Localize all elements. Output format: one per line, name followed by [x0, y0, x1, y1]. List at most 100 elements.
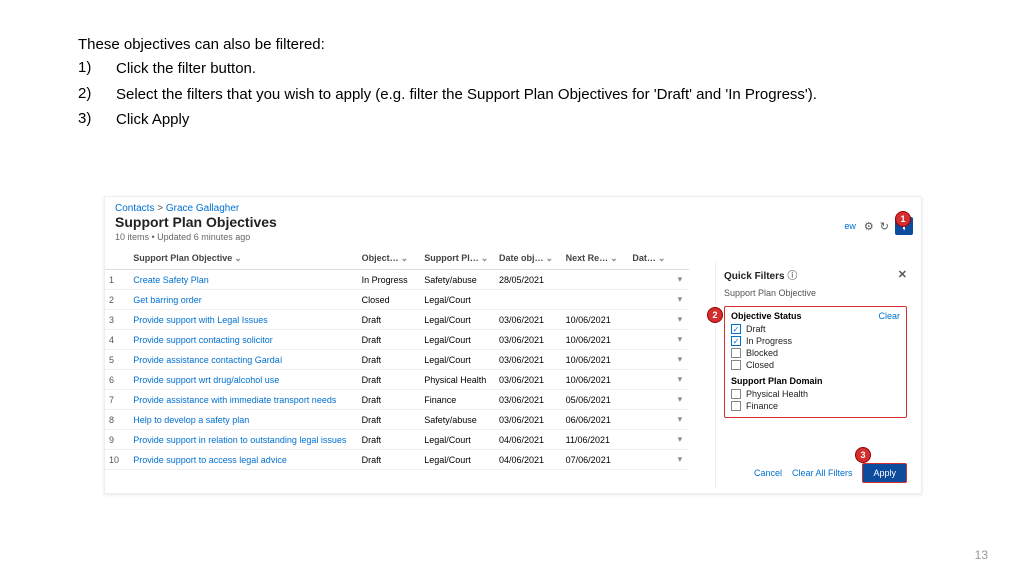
status-heading: Objective Status: [731, 311, 802, 321]
info-icon[interactable]: ⓘ: [787, 271, 797, 282]
date-cell: 04/06/2021: [495, 430, 562, 450]
row-menu-icon[interactable]: ▾: [671, 330, 689, 350]
checkbox-icon: [731, 401, 741, 411]
option-label: Finance: [746, 401, 778, 411]
checkbox-icon: ✓: [731, 324, 741, 334]
objective-link[interactable]: Provide assistance contacting Gardaí: [129, 350, 357, 370]
step-text: Click Apply: [116, 110, 817, 130]
row-menu-icon[interactable]: ▾: [671, 310, 689, 330]
next-cell: [562, 270, 629, 290]
status-option[interactable]: Closed: [731, 360, 900, 370]
filters-title: Quick Filters: [724, 271, 785, 282]
col-objective[interactable]: Support Plan Objective⌄: [129, 248, 357, 270]
date-cell: [495, 290, 562, 310]
status-cell: Draft: [358, 450, 421, 470]
callout-3: 3: [855, 447, 871, 463]
intro-text: These objectives can also be filtered:: [78, 36, 817, 53]
refresh-icon[interactable]: ↻: [880, 220, 889, 233]
next-cell: 07/06/2021: [562, 450, 629, 470]
gear-icon[interactable]: ⚙: [864, 220, 874, 233]
row-number: 3: [105, 310, 129, 330]
objective-link[interactable]: Provide support in relation to outstandi…: [129, 430, 357, 450]
step-number: 1): [78, 59, 116, 79]
domain-cell: Safety/abuse: [420, 410, 495, 430]
domain-cell: Legal/Court: [420, 350, 495, 370]
breadcrumb-leaf[interactable]: Grace Gallagher: [166, 203, 239, 214]
chevron-down-icon: ⌄: [546, 253, 554, 263]
row-menu-icon[interactable]: ▾: [671, 410, 689, 430]
dat-cell: [628, 270, 670, 290]
date-cell: 04/06/2021: [495, 450, 562, 470]
row-menu-icon[interactable]: ▾: [671, 370, 689, 390]
checkbox-icon: [731, 360, 741, 370]
table-row: 1Create Safety PlanIn ProgressSafety/abu…: [105, 270, 689, 290]
status-cell: Draft: [358, 330, 421, 350]
checkbox-icon: ✓: [731, 336, 741, 346]
row-number: 1: [105, 270, 129, 290]
objective-link[interactable]: Provide support wrt drug/alcohol use: [129, 370, 357, 390]
row-menu-icon[interactable]: ▾: [671, 350, 689, 370]
chevron-down-icon: ⌄: [401, 253, 409, 263]
domain-cell: Legal/Court: [420, 310, 495, 330]
status-cell: Draft: [358, 310, 421, 330]
row-menu-icon[interactable]: ▾: [671, 270, 689, 290]
domain-option[interactable]: Physical Health: [731, 389, 900, 399]
option-label: Physical Health: [746, 389, 808, 399]
domain-option[interactable]: Finance: [731, 401, 900, 411]
close-icon[interactable]: ✕: [898, 268, 907, 281]
apply-button[interactable]: Apply: [862, 463, 907, 483]
col-dat[interactable]: Dat…⌄: [628, 248, 670, 270]
col-date[interactable]: Date obj…⌄: [495, 248, 562, 270]
status-cell: Draft: [358, 350, 421, 370]
next-cell: 06/06/2021: [562, 410, 629, 430]
objective-link[interactable]: Get barring order: [129, 290, 357, 310]
step-text: Click the filter button.: [116, 59, 817, 79]
table-header-row: Support Plan Objective⌄ Object…⌄ Support…: [105, 248, 689, 270]
row-number: 9: [105, 430, 129, 450]
row-number: 8: [105, 410, 129, 430]
checkbox-icon: [731, 348, 741, 358]
col-domain[interactable]: Support Pl…⌄: [420, 248, 495, 270]
table-row: 4Provide support contacting solicitorDra…: [105, 330, 689, 350]
table-row: 10Provide support to access legal advice…: [105, 450, 689, 470]
breadcrumb-root[interactable]: Contacts: [115, 203, 154, 214]
page-title: Support Plan Objectives: [105, 214, 921, 230]
step-text: Select the filters that you wish to appl…: [116, 85, 817, 105]
status-option[interactable]: ✓In Progress: [731, 336, 900, 346]
row-menu-icon[interactable]: ▾: [671, 430, 689, 450]
col-next[interactable]: Next Re…⌄: [562, 248, 629, 270]
chevron-down-icon: ⌄: [481, 253, 489, 263]
objective-link[interactable]: Provide support to access legal advice: [129, 450, 357, 470]
objective-link[interactable]: Provide support with Legal Issues: [129, 310, 357, 330]
row-number: 7: [105, 390, 129, 410]
status-option[interactable]: ✓Draft: [731, 324, 900, 334]
app-screenshot: Contacts > Grace Gallagher Support Plan …: [104, 196, 922, 494]
domain-cell: Finance: [420, 390, 495, 410]
breadcrumb[interactable]: Contacts > Grace Gallagher: [105, 197, 921, 214]
table-row: 6Provide support wrt drug/alcohol useDra…: [105, 370, 689, 390]
objective-link[interactable]: Help to develop a safety plan: [129, 410, 357, 430]
row-menu-icon[interactable]: ▾: [671, 290, 689, 310]
option-label: Closed: [746, 360, 774, 370]
next-cell: 05/06/2021: [562, 390, 629, 410]
col-status[interactable]: Object…⌄: [358, 248, 421, 270]
row-menu-icon[interactable]: ▾: [671, 390, 689, 410]
status-cell: In Progress: [358, 270, 421, 290]
objective-link[interactable]: Provide support contacting solicitor: [129, 330, 357, 350]
new-label-fragment: ew: [844, 221, 856, 231]
status-option[interactable]: Blocked: [731, 348, 900, 358]
status-cell: Draft: [358, 390, 421, 410]
objective-link[interactable]: Provide assistance with immediate transp…: [129, 390, 357, 410]
row-menu-icon[interactable]: ▾: [671, 450, 689, 470]
step-number: 3): [78, 110, 116, 130]
domain-cell: Legal/Court: [420, 450, 495, 470]
date-cell: 03/06/2021: [495, 370, 562, 390]
objective-link[interactable]: Create Safety Plan: [129, 270, 357, 290]
clear-link[interactable]: Clear: [878, 311, 900, 321]
cancel-link[interactable]: Cancel: [754, 468, 782, 478]
list-subtitle: 10 items • Updated 6 minutes ago: [105, 230, 921, 248]
callout-1: 1: [895, 211, 911, 227]
next-cell: 10/06/2021: [562, 330, 629, 350]
clear-all-link[interactable]: Clear All Filters: [792, 468, 853, 478]
next-cell: 10/06/2021: [562, 370, 629, 390]
